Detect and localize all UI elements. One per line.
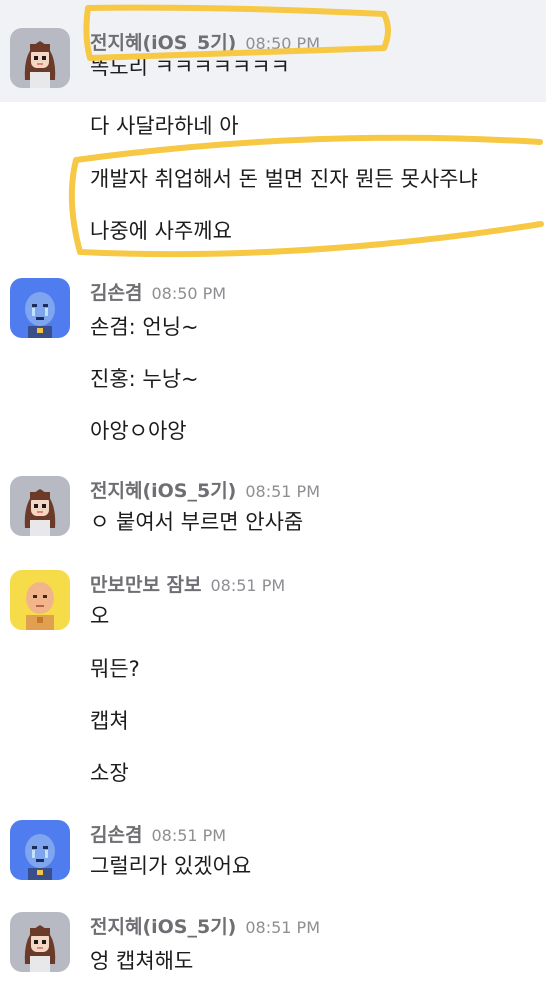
message-text: 나중에 사주께요 — [90, 219, 232, 243]
timestamp[interactable]: 08:51 PM — [245, 482, 320, 501]
blue-crying-avatar-icon[interactable] — [10, 278, 70, 338]
message-text: 소장 — [90, 761, 129, 785]
sender-name[interactable]: 전지혜(iOS_5기) — [90, 912, 236, 939]
timestamp[interactable]: 08:51 PM — [151, 826, 226, 845]
message-text: 아앙ㅇ아앙 — [90, 419, 187, 443]
message-text: 캡쳐 — [90, 709, 129, 733]
message-text: 다 사달라하네 아 — [90, 114, 239, 138]
girl-avatar-icon[interactable] — [10, 28, 70, 88]
message-text: 뭐든? — [90, 657, 140, 681]
timestamp[interactable]: 08:50 PM — [151, 284, 226, 303]
message-text: 똑노리 ㅋㅋㅋㅋㅋㅋㅋ — [90, 58, 290, 79]
message-text: ㅇ 붙여서 부르면 안사줌 — [90, 510, 304, 534]
sender-name[interactable]: 전지혜(iOS_5기) — [90, 476, 236, 503]
message-header: 전지혜(iOS_5기) 08:51 PM — [90, 476, 320, 504]
message-text: 오 — [90, 604, 110, 628]
message-header: 김손겸 08:50 PM — [90, 278, 226, 306]
message-text: 엉 캡쳐해도 — [90, 949, 194, 973]
blue-crying-avatar-icon[interactable] — [10, 820, 70, 880]
message-text: 개발자 취업해서 돈 벌면 진자 뭔든 못사주냐 — [90, 167, 478, 191]
girl-avatar-icon[interactable] — [10, 476, 70, 536]
sender-name[interactable]: 김손겸 — [90, 820, 142, 847]
message-header: 김손겸 08:51 PM — [90, 820, 226, 848]
timestamp[interactable]: 08:51 PM — [245, 918, 320, 937]
message-text: 진홍: 누낭~ — [90, 367, 199, 391]
message-text: 손겸: 언닝~ — [90, 315, 199, 339]
girl-avatar-icon[interactable] — [10, 912, 70, 972]
message-text: 그럴리가 있겠어요 — [90, 854, 252, 878]
message-header: 전지혜(iOS_5기) 08:50 PM — [90, 28, 320, 56]
sender-name[interactable]: 전지혜(iOS_5기) — [90, 28, 236, 55]
message-header: 전지혜(iOS_5기) 08:51 PM — [90, 912, 320, 940]
message-header: 만보만보 잠보 08:51 PM — [90, 570, 285, 598]
sender-name[interactable]: 만보만보 잠보 — [90, 570, 202, 597]
clipped-message: 똑노리 ㅋㅋㅋㅋㅋㅋㅋ — [90, 58, 546, 84]
sender-name[interactable]: 김손겸 — [90, 278, 142, 305]
timestamp[interactable]: 08:50 PM — [245, 34, 320, 53]
timestamp[interactable]: 08:51 PM — [211, 576, 286, 595]
bald-yellow-avatar-icon[interactable] — [10, 570, 70, 630]
